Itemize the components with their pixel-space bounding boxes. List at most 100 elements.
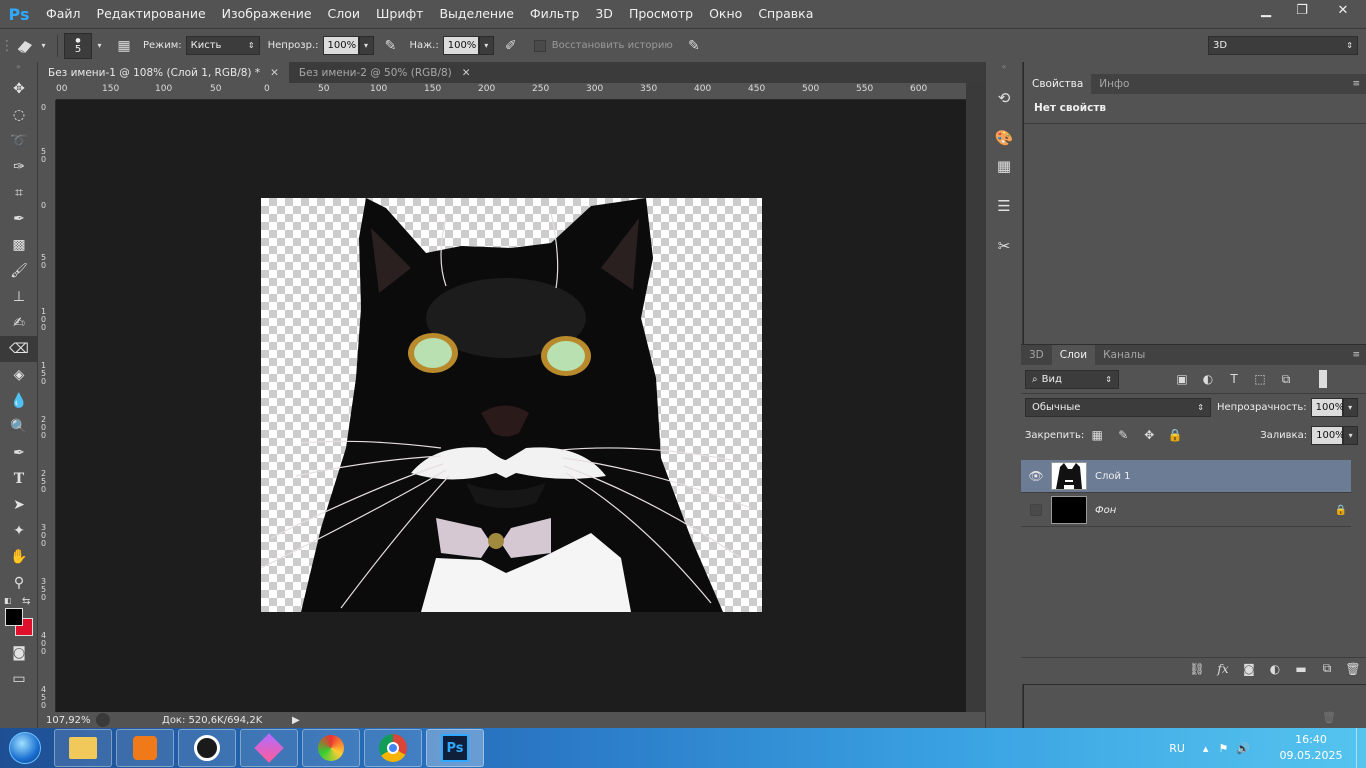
- pen-tool-icon[interactable]: ✒: [0, 440, 38, 466]
- paint-bucket-tool-icon[interactable]: ◈: [0, 362, 38, 388]
- opacity-input[interactable]: 100%: [322, 36, 359, 55]
- fill-dropdown[interactable]: ▾: [1343, 425, 1359, 445]
- menu-image[interactable]: Изображение: [214, 0, 320, 28]
- lock-transparent-icon[interactable]: ▦: [1084, 428, 1110, 442]
- screen-mode-icon[interactable]: ▭: [0, 666, 38, 692]
- tool-preset-dropdown[interactable]: ▾: [36, 36, 51, 55]
- lasso-tool-icon[interactable]: ➰: [0, 128, 38, 154]
- crop-tool-icon[interactable]: ⌗: [0, 180, 38, 206]
- eraser-tool-icon[interactable]: ⌫: [0, 336, 38, 362]
- pressure-dropdown[interactable]: ▾: [478, 36, 494, 55]
- brush-panel-icon[interactable]: ▦: [113, 35, 135, 57]
- opacity-dropdown[interactable]: ▾: [358, 36, 374, 55]
- menu-select[interactable]: Выделение: [431, 0, 521, 28]
- action-center-flag-icon[interactable]: ⚑: [1218, 742, 1228, 755]
- taskbar-photoshop[interactable]: Ps: [426, 729, 484, 767]
- taskbar-chrome[interactable]: [364, 729, 422, 767]
- layer-opacity-input[interactable]: 100%: [1310, 398, 1344, 417]
- tab-layers[interactable]: Слои: [1051, 345, 1096, 365]
- color-panel-icon[interactable]: 🎨: [986, 124, 1022, 152]
- taskbar-color-app[interactable]: [302, 729, 360, 767]
- menu-help[interactable]: Справка: [750, 0, 821, 28]
- quick-select-tool-icon[interactable]: ✑: [0, 154, 38, 180]
- restore-history-checkbox[interactable]: [533, 39, 546, 52]
- lock-all-icon[interactable]: 🔒: [1162, 428, 1188, 442]
- new-group-icon[interactable]: ▬: [1288, 662, 1314, 676]
- filter-toggle[interactable]: [1319, 370, 1327, 388]
- menu-layers[interactable]: Слои: [320, 0, 369, 28]
- history-panel-icon[interactable]: ⟲: [986, 84, 1022, 112]
- tab-channels[interactable]: Каналы: [1095, 345, 1153, 365]
- ruler-corner[interactable]: [38, 83, 56, 100]
- menu-filter[interactable]: Фильтр: [522, 0, 587, 28]
- vertical-scrollbar[interactable]: [966, 83, 985, 712]
- healing-brush-tool-icon[interactable]: ▩: [0, 232, 38, 258]
- taskbar-media-player[interactable]: [116, 729, 174, 767]
- layer-filter-select[interactable]: ⌕ Вид ⇕: [1025, 369, 1119, 389]
- mode-select[interactable]: Кисть ⇕: [185, 36, 260, 55]
- adjustment-layer-icon[interactable]: ◐: [1262, 662, 1288, 676]
- tab-properties[interactable]: Свойства: [1024, 74, 1092, 94]
- panel-menu-icon[interactable]: ≡: [1352, 350, 1366, 360]
- layer-opacity-dropdown[interactable]: ▾: [1342, 398, 1358, 417]
- workspace-select[interactable]: 3D ⇕: [1208, 36, 1358, 55]
- pressure-size-icon[interactable]: ✎: [683, 35, 705, 57]
- eraser-tool-icon[interactable]: [14, 35, 36, 57]
- adjustments-panel-icon[interactable]: ☰: [986, 192, 1022, 220]
- tools-presets-icon[interactable]: ✂: [986, 232, 1022, 260]
- delete-layer-icon[interactable]: 🗑: [1340, 662, 1366, 676]
- tab-document-1[interactable]: Без имени-1 @ 108% (Слой 1, RGB/8) * ✕: [38, 62, 289, 83]
- restore-button[interactable]: ❐: [1284, 0, 1320, 20]
- filter-shape-icon[interactable]: ⬚: [1247, 372, 1273, 386]
- menu-edit[interactable]: Редактирование: [89, 0, 214, 28]
- status-menu-arrow-icon[interactable]: ▶: [292, 715, 300, 726]
- volume-icon[interactable]: 🔊: [1236, 742, 1250, 755]
- default-colors-icon[interactable]: ◧: [4, 596, 12, 605]
- swap-colors-icon[interactable]: ⇆: [22, 596, 30, 607]
- filter-adjustment-icon[interactable]: ◐: [1195, 372, 1221, 386]
- quick-mask-icon[interactable]: ◙: [0, 640, 38, 666]
- menu-type[interactable]: Шрифт: [368, 0, 431, 28]
- lock-position-icon[interactable]: ✥: [1136, 428, 1162, 442]
- layer-name[interactable]: Фон: [1095, 505, 1116, 516]
- menu-window[interactable]: Окно: [701, 0, 750, 28]
- horizontal-ruler[interactable]: 00 150 100 50 0 50 100 150 200 250 300 3…: [56, 83, 966, 100]
- filter-pixel-icon[interactable]: ▣: [1169, 372, 1195, 386]
- taskbar-explorer[interactable]: [54, 729, 112, 767]
- language-indicator[interactable]: RU: [1169, 742, 1185, 755]
- tab-info[interactable]: Инфо: [1091, 74, 1137, 94]
- menu-view[interactable]: Просмотр: [621, 0, 701, 28]
- filter-smart-icon[interactable]: ⧉: [1273, 372, 1299, 387]
- path-select-tool-icon[interactable]: ➤: [0, 492, 38, 518]
- filter-type-icon[interactable]: T: [1221, 372, 1247, 386]
- zoom-tool-icon[interactable]: ⚲: [0, 570, 38, 596]
- type-tool-icon[interactable]: T: [0, 466, 38, 492]
- brush-size-picker[interactable]: ● 5: [64, 32, 92, 59]
- panel-menu-icon[interactable]: ≡: [1352, 79, 1366, 89]
- minimize-button[interactable]: ▁: [1248, 0, 1284, 20]
- add-mask-icon[interactable]: ◙: [1236, 662, 1262, 676]
- layer-row-layer1[interactable]: 👁 Слой 1: [1021, 460, 1351, 493]
- toolbar-collapse-icon[interactable]: »: [0, 62, 37, 76]
- show-desktop-button[interactable]: [1356, 728, 1366, 768]
- swatches-panel-icon[interactable]: ▦: [986, 152, 1022, 180]
- taskbar-speedometer[interactable]: [178, 729, 236, 767]
- trash-icon[interactable]: 🗑: [1322, 711, 1336, 724]
- blur-tool-icon[interactable]: 💧: [0, 388, 38, 414]
- eyedropper-tool-icon[interactable]: ✒: [0, 206, 38, 232]
- history-brush-tool-icon[interactable]: ✍: [0, 310, 38, 336]
- fill-input[interactable]: 100%: [1311, 425, 1345, 445]
- brush-size-dropdown[interactable]: ▾: [92, 36, 107, 55]
- layer-row-background[interactable]: Фон 🔒: [1021, 494, 1351, 527]
- clock[interactable]: 16:40 09.05.2025: [1266, 732, 1356, 764]
- share-icon[interactable]: [96, 713, 110, 727]
- start-button[interactable]: [0, 728, 50, 768]
- tab-close-icon[interactable]: ✕: [462, 67, 471, 79]
- tab-document-2[interactable]: Без имени-2 @ 50% (RGB/8) ✕: [288, 62, 481, 83]
- menu-file[interactable]: Файл: [38, 0, 89, 28]
- hand-tool-icon[interactable]: ✋: [0, 544, 38, 570]
- close-button[interactable]: ✕: [1320, 0, 1366, 20]
- visibility-toggle[interactable]: [1021, 504, 1051, 516]
- show-hidden-icons-icon[interactable]: ▴: [1203, 742, 1209, 755]
- taskbar-gem-app[interactable]: [240, 729, 298, 767]
